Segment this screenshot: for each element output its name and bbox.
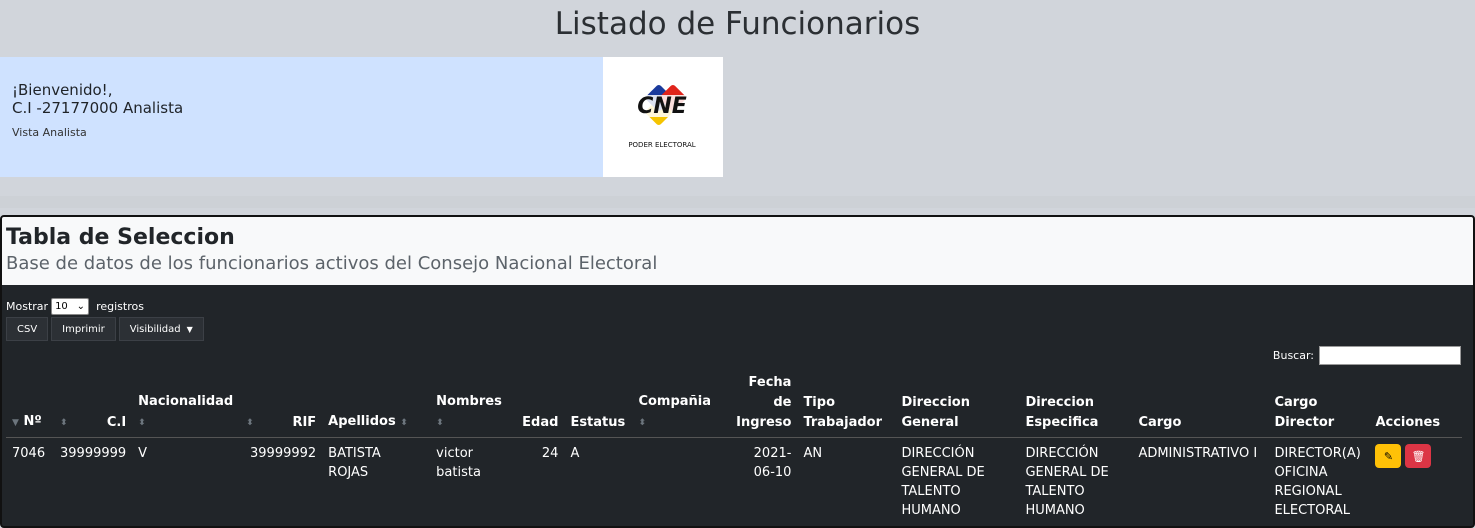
table-header-row: ▼ Nº ⬍ C.I Nacionalidad ⬍ ⬍ RIF Apellidos … (6, 369, 1462, 438)
cell-fecha: 2021-06-10 (753, 446, 792, 480)
length-menu: Mostrar 10 ⌄ registros (6, 298, 144, 315)
edit-button[interactable]: ✎ (1375, 444, 1402, 468)
cell-apellidos: BATISTA ROJAS (328, 446, 381, 480)
trash-icon: 🗑 (1411, 449, 1426, 463)
cell-estatus: A (570, 446, 580, 461)
search-box: Buscar: (1273, 346, 1461, 365)
sort-icon: ⬍ (400, 418, 408, 428)
cell-edad: 24 (541, 446, 559, 461)
col-header-n[interactable]: ▼ Nº (6, 369, 54, 438)
col-header-estatus[interactable]: Estatus (564, 369, 633, 438)
col-header-tipo[interactable]: Tipo Trabajador (797, 369, 896, 438)
dropdown-caret-icon: ▼ (186, 324, 193, 334)
sort-icon: ⬍ (638, 418, 646, 428)
export-buttons: CSV Imprimir Visibilidad ▼ (6, 317, 204, 341)
user-id-label: C.I -27177000 Analista (12, 99, 184, 117)
logo-text: CNE (637, 94, 687, 119)
col-header-dir-general[interactable]: Direccion General (895, 369, 1020, 438)
sort-icon: ▼ (12, 418, 19, 428)
col-header-edad[interactable]: Edad (516, 369, 565, 438)
length-prefix: Mostrar (6, 300, 49, 313)
col-header-cargo[interactable]: Cargo (1132, 369, 1269, 438)
table-card: Tabla de Seleccion Base de datos de los … (0, 215, 1475, 528)
col-header-rif[interactable]: ⬍ RIF (240, 369, 323, 438)
sort-icon: ⬍ (436, 418, 444, 428)
welcome-greeting: ¡Bienvenido!, (12, 81, 113, 99)
dropdown-caret-icon: ⌄ (76, 301, 86, 312)
funcionarios-table: ▼ Nº ⬍ C.I Nacionalidad ⬍ ⬍ RIF Apellidos … (6, 369, 1462, 526)
cne-logo: CNE PODER ELECTORAL (603, 57, 723, 177)
delete-button[interactable]: 🗑 (1405, 444, 1432, 468)
visibility-label: Visibilidad (129, 323, 181, 335)
print-button[interactable]: Imprimir (51, 317, 116, 341)
sort-icon: ⬍ (138, 418, 146, 428)
cell-cargo-director: DIRECTOR(A) OFICINA REGIONAL ELECTORAL (1274, 446, 1361, 518)
table-row: 7046 39999999 V 39999992 BATISTA ROJAS v… (6, 438, 1462, 527)
logo-subtitle: PODER ELECTORAL (628, 141, 695, 149)
cell-nombres: victor batista (436, 446, 481, 480)
cell-acciones: ✎ 🗑 (1369, 438, 1462, 527)
cell-cargo: ADMINISTRATIVO I (1138, 446, 1258, 461)
col-header-dir-especifica[interactable]: Direccion Especifica (1019, 369, 1133, 438)
col-header-compania[interactable]: Compañia ⬍ (632, 369, 728, 438)
search-input[interactable] (1319, 346, 1461, 365)
table-controls: Mostrar 10 ⌄ registros CSV Imprimir Visi… (2, 285, 1473, 518)
cell-rif: 39999992 (250, 446, 317, 461)
length-select-value: 10 (55, 301, 68, 312)
card-title: Tabla de Seleccion (6, 225, 235, 250)
view-role-label: Vista Analista (12, 126, 87, 139)
length-suffix: registros (96, 300, 144, 313)
page-title: Listado de Funcionarios (554, 6, 921, 42)
edit-icon: ✎ (1383, 449, 1394, 463)
length-select[interactable]: 10 ⌄ (51, 298, 90, 315)
search-label: Buscar: (1272, 349, 1314, 362)
col-header-ci[interactable]: ⬍ C.I (54, 369, 133, 438)
cell-dir-especifica: DIRECCIÓN GENERAL DE TALENTO HUMANO (1025, 446, 1109, 518)
cell-n: 7046 (12, 446, 46, 461)
visibility-button[interactable]: Visibilidad ▼ (118, 317, 204, 341)
cell-ci: 39999999 (60, 446, 127, 461)
cell-tipo: AN (803, 446, 823, 461)
col-header-fecha[interactable]: Fecha de Ingreso (727, 369, 798, 438)
card-subtitle: Base de datos de los funcionarios activo… (6, 253, 658, 274)
cell-dir-general: DIRECCIÓN GENERAL DE TALENTO HUMANO (901, 446, 985, 518)
col-header-acciones: Acciones (1369, 369, 1462, 438)
sort-icon: ⬍ (60, 418, 68, 428)
card-header: Tabla de Seleccion Base de datos de los … (2, 217, 1473, 285)
col-header-apellidos[interactable]: Apellidos ⬍ (322, 369, 431, 438)
sort-icon: ⬍ (246, 418, 254, 428)
col-header-cargo-director[interactable]: Cargo Director (1268, 369, 1370, 438)
csv-button[interactable]: CSV (6, 317, 49, 341)
welcome-panel: ¡Bienvenido!, C.I -27177000 Analista Vis… (0, 57, 603, 177)
divider (0, 196, 1475, 208)
col-header-nombres[interactable]: Nombres ⬍ (430, 369, 517, 438)
cell-nacionalidad: V (138, 446, 148, 461)
cell-compania (632, 438, 727, 527)
col-header-nacionalidad[interactable]: Nacionalidad ⬍ (132, 369, 241, 438)
